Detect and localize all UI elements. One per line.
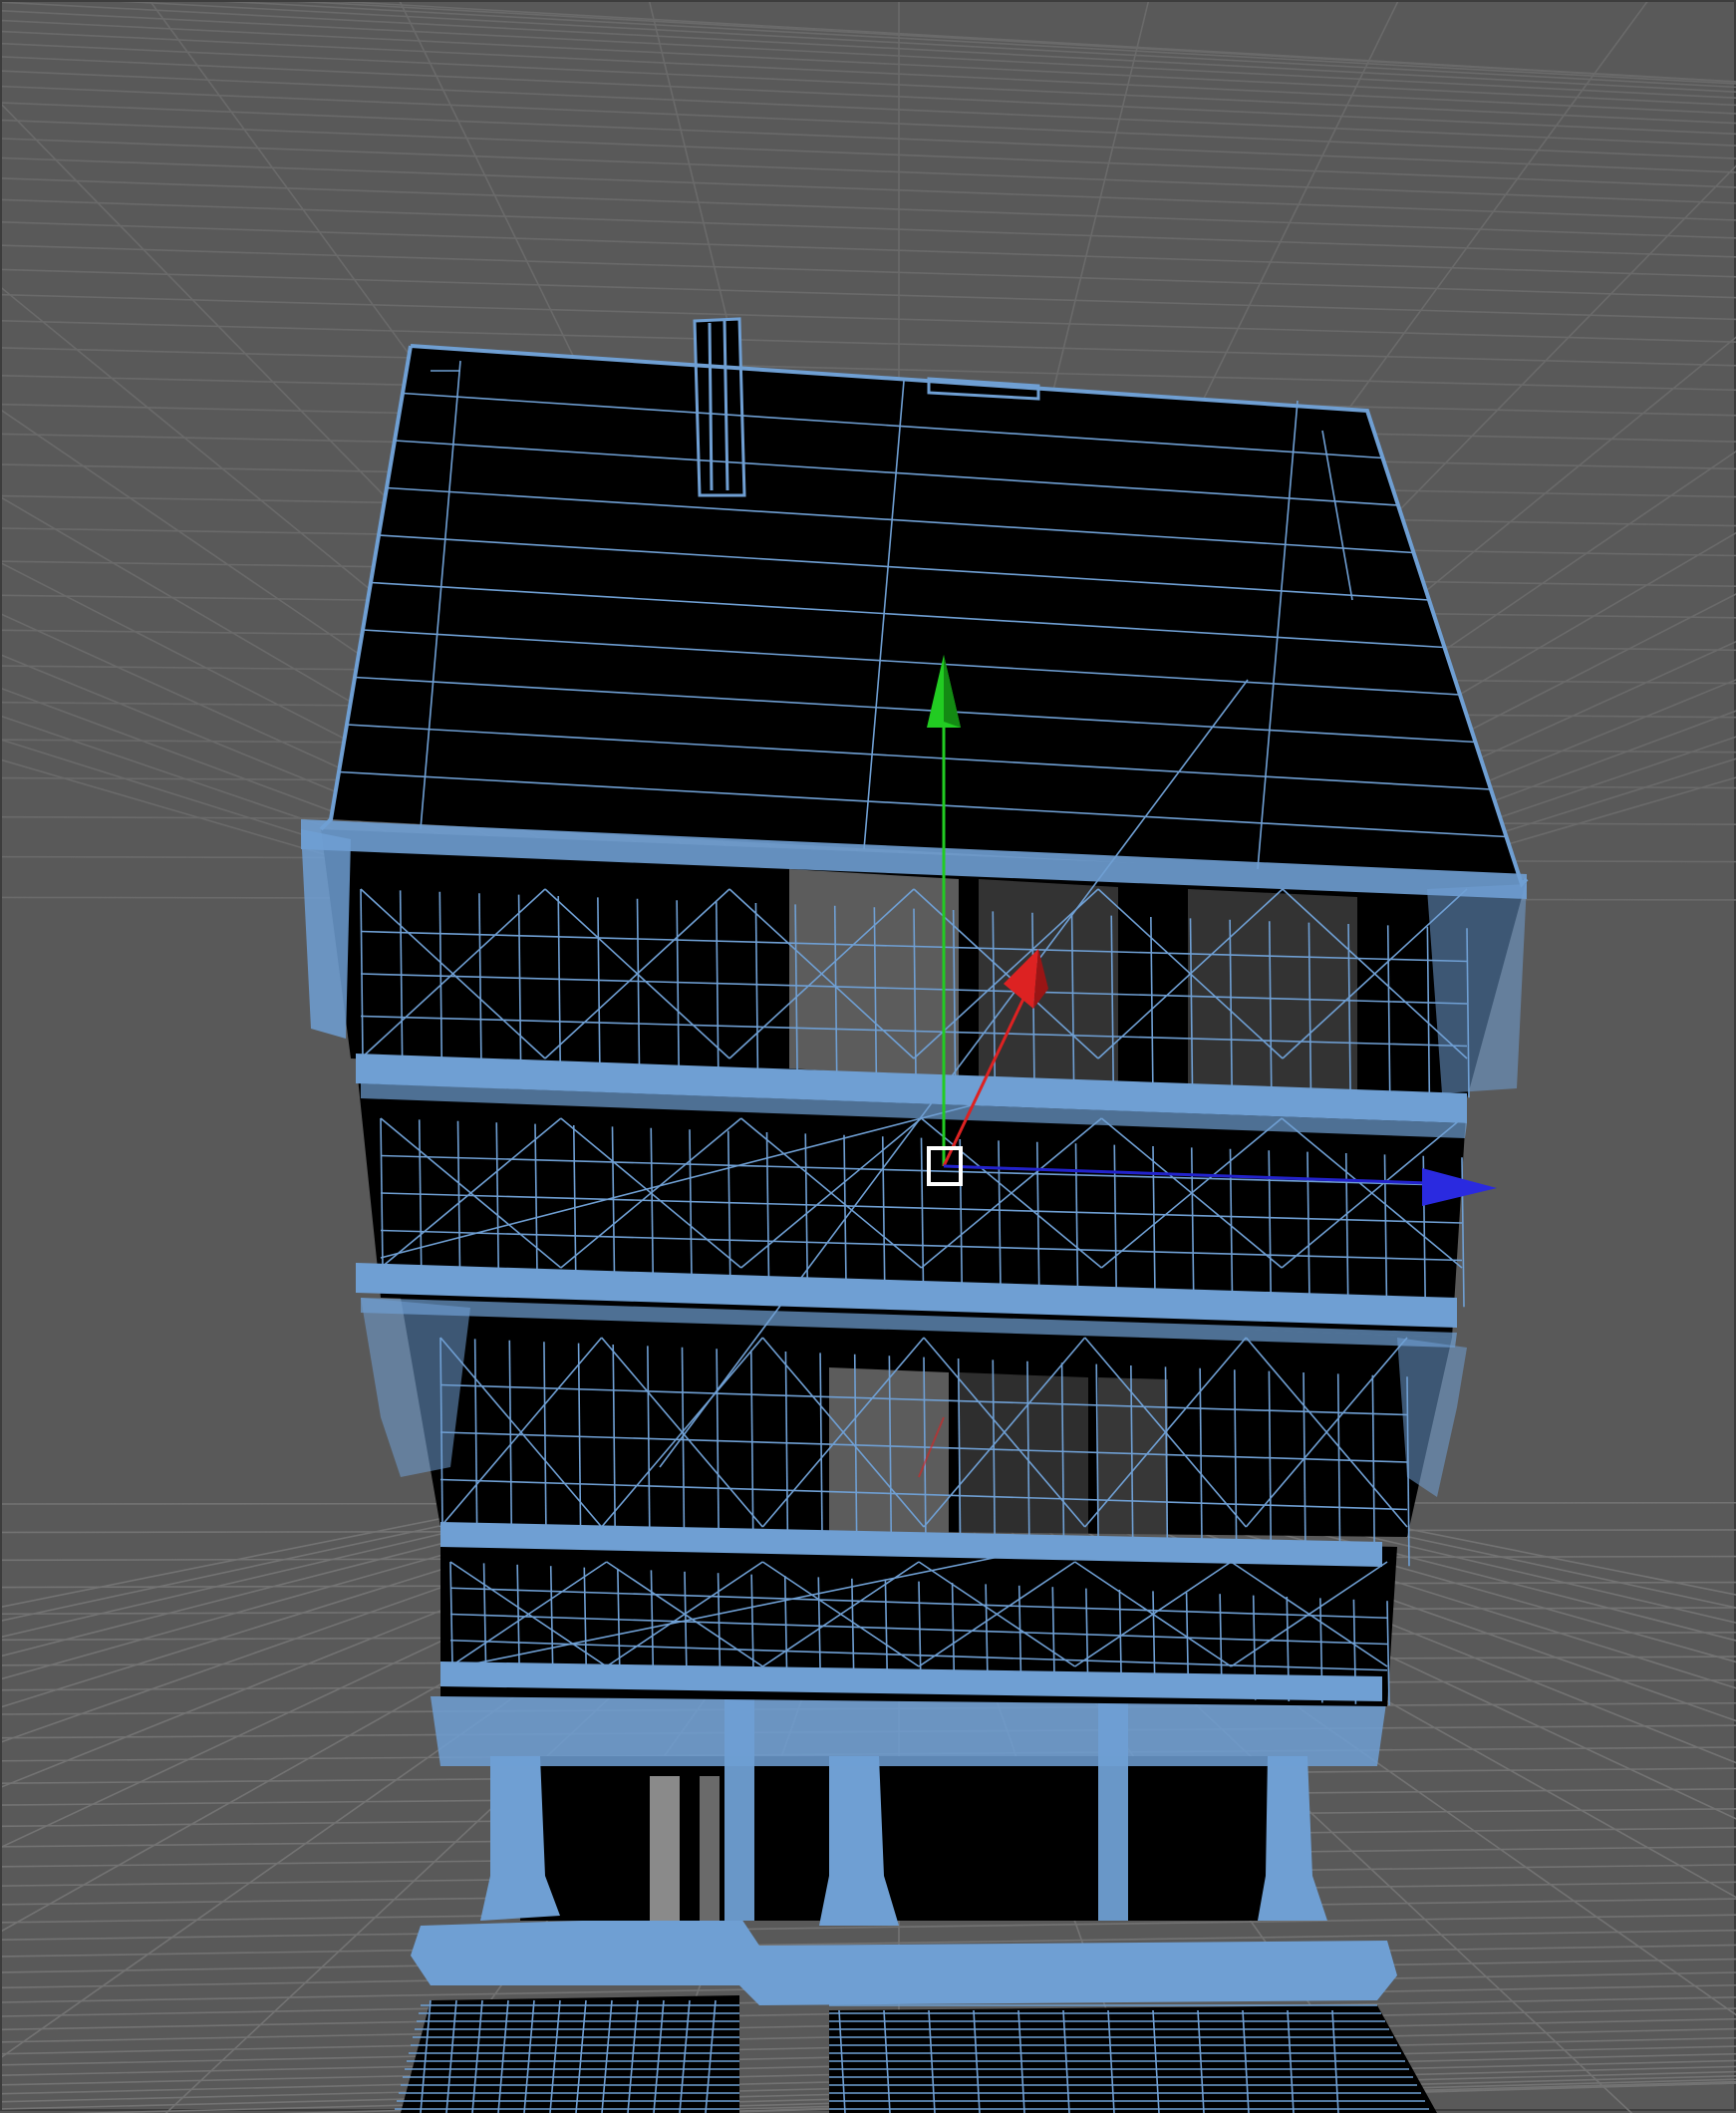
- roof: [331, 346, 1522, 884]
- house-body: [321, 319, 1527, 1706]
- ground-floor: [431, 1696, 1387, 1926]
- house-plinth: [395, 1916, 1437, 2113]
- 3d-viewport[interactable]: [0, 0, 1736, 2113]
- house-model[interactable]: [301, 317, 1529, 2113]
- chimney: [695, 319, 744, 495]
- pillar: [1258, 1756, 1327, 1921]
